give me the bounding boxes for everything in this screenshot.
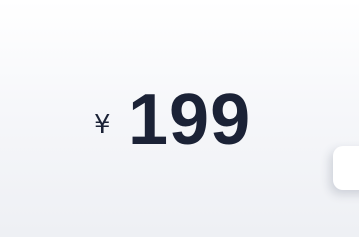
price-display: ¥ 199 bbox=[0, 0, 359, 237]
price-amount: 199 bbox=[128, 80, 252, 160]
currency-symbol: ¥ bbox=[94, 110, 111, 140]
card-edge bbox=[333, 146, 359, 190]
